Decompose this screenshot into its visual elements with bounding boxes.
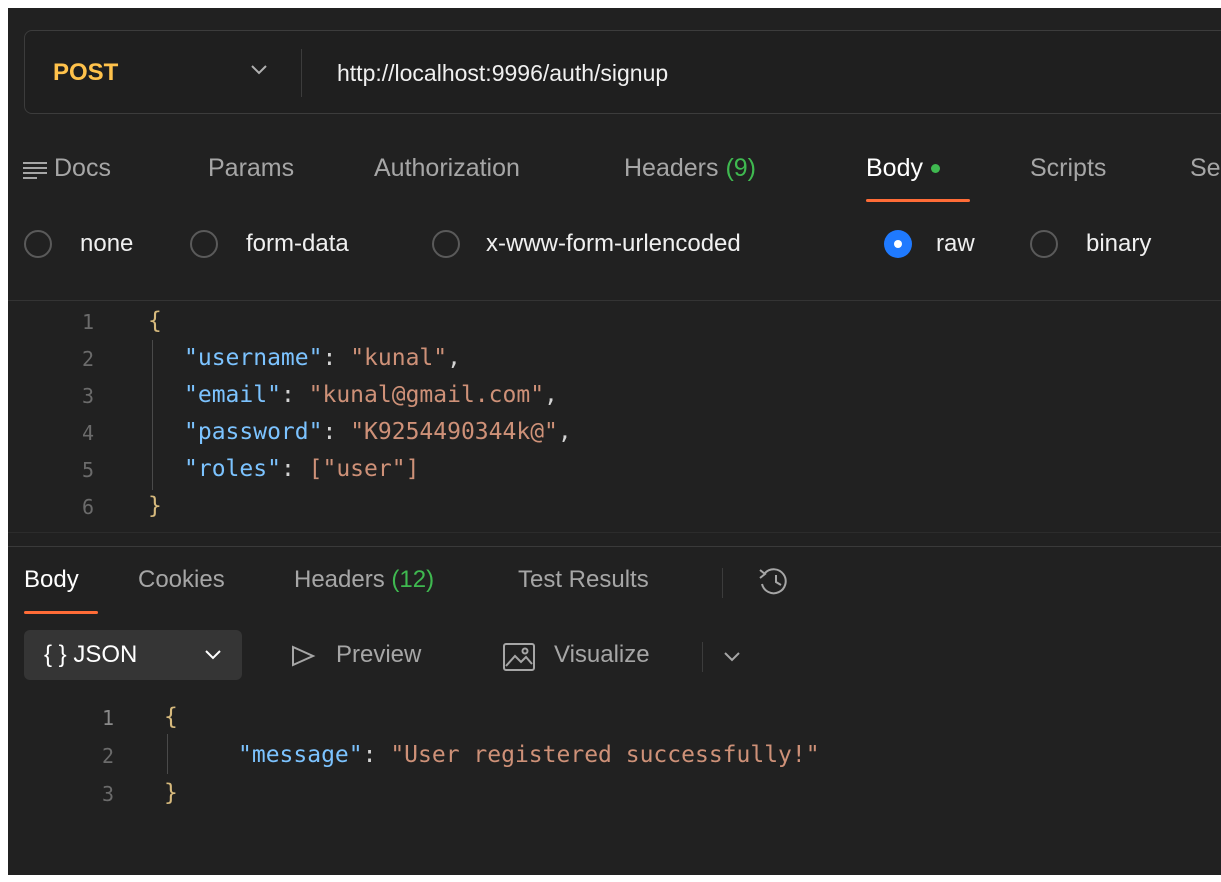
code-brace-close: } (164, 780, 178, 806)
chevron-down-icon[interactable] (722, 650, 742, 664)
radio-urlencoded-label[interactable]: x-www-form-urlencoded (486, 230, 741, 258)
history-icon[interactable] (756, 564, 792, 598)
tab-headers-label: Headers (624, 154, 719, 182)
radio-raw[interactable] (884, 230, 912, 258)
line-number: 5 (81, 458, 94, 482)
divider (722, 568, 723, 598)
play-icon (292, 645, 316, 667)
code-brace-close: } (148, 493, 162, 519)
tab-body-label: Body (866, 154, 923, 182)
tab-settings[interactable]: Se (1190, 154, 1221, 183)
divider (8, 532, 1221, 533)
json-comma: , (544, 382, 558, 408)
indent-guide (167, 734, 168, 774)
json-comma: , (557, 419, 572, 445)
tab-scripts[interactable]: Scripts (1030, 154, 1106, 183)
json-value: ["user"] (308, 456, 420, 482)
response-format-dropdown[interactable]: { } JSON (24, 630, 242, 680)
docs-icon (23, 162, 47, 179)
divider (8, 300, 1221, 301)
radio-form-data[interactable] (190, 230, 218, 258)
json-key: "email" (184, 382, 281, 408)
postman-window: POST http://localhost:9996/auth/signup D… (8, 8, 1221, 875)
chevron-down-icon (205, 650, 221, 660)
headers-count-badge: (9) (725, 154, 757, 182)
url-input[interactable]: http://localhost:9996/auth/signup (337, 60, 668, 87)
radio-none[interactable] (24, 230, 52, 258)
request-tabs: Docs Params Authorization Headers (9) Bo… (8, 148, 1221, 208)
radio-binary-label[interactable]: binary (1086, 230, 1151, 258)
json-comma: , (447, 345, 461, 371)
radio-raw-label[interactable]: raw (936, 230, 975, 258)
json-key: "message" (238, 742, 363, 768)
radio-form-data-label[interactable]: form-data (246, 230, 349, 258)
code-line-password: "password": "K9254490344k@", (184, 419, 572, 445)
headers-count-badge: (12) (391, 566, 435, 593)
line-number: 6 (81, 495, 94, 519)
radio-none-label[interactable]: none (80, 230, 133, 258)
resp-tab-headers-label: Headers (294, 566, 385, 593)
code-brace-open: { (148, 308, 162, 334)
json-value: "K9254490344k@" (350, 419, 558, 445)
method-selector[interactable]: POST (53, 59, 118, 87)
tab-authorization[interactable]: Authorization (374, 154, 520, 183)
line-number: 1 (81, 310, 94, 334)
resp-tab-headers[interactable]: Headers (12) (294, 566, 434, 594)
resp-tab-cookies[interactable]: Cookies (138, 566, 225, 594)
code-brace-open: { (164, 704, 178, 730)
pane-resize-handle[interactable] (8, 546, 1221, 547)
tab-body[interactable]: Body (866, 154, 940, 183)
modified-dot-icon (930, 163, 940, 173)
radio-urlencoded[interactable] (432, 230, 460, 258)
json-key: "username" (184, 345, 323, 371)
code-line-email: "email": "kunal@gmail.com", (184, 382, 558, 408)
resp-tab-test-results[interactable]: Test Results (518, 566, 649, 594)
tab-headers[interactable]: Headers (9) (624, 154, 756, 183)
preview-button[interactable]: Preview (336, 641, 421, 669)
active-tab-indicator (24, 611, 98, 614)
tab-docs[interactable]: Docs (54, 154, 111, 183)
active-tab-indicator (866, 199, 970, 202)
line-number: 2 (101, 744, 114, 768)
line-number: 1 (101, 706, 114, 730)
divider (702, 642, 703, 672)
code-line-message: "message": "User registered successfully… (238, 742, 820, 768)
line-number: 2 (81, 347, 94, 371)
json-value: "kunal" (350, 345, 448, 371)
radio-binary[interactable] (1030, 230, 1058, 258)
divider (301, 49, 302, 97)
code-line-username: "username": "kunal", (184, 345, 461, 371)
line-number: 3 (81, 384, 94, 408)
json-key: "password" (184, 419, 323, 445)
image-icon (503, 643, 535, 671)
indent-guide (152, 340, 153, 490)
json-key: "roles" (184, 456, 281, 482)
visualize-button[interactable]: Visualize (554, 641, 650, 669)
chevron-down-icon[interactable] (249, 63, 269, 77)
tab-params[interactable]: Params (208, 154, 294, 183)
line-number: 4 (81, 421, 94, 445)
code-line-roles: "roles": ["user"] (184, 456, 420, 482)
response-format-label: { } JSON (44, 641, 138, 668)
json-value: "kunal@gmail.com" (308, 382, 545, 408)
json-value: "User registered successfully!" (390, 742, 820, 768)
line-number: 3 (101, 782, 114, 806)
body-type-selector: none form-data x-www-form-urlencoded raw… (8, 224, 1221, 268)
request-url-bar: POST http://localhost:9996/auth/signup (24, 30, 1221, 114)
resp-tab-body[interactable]: Body (24, 566, 79, 594)
